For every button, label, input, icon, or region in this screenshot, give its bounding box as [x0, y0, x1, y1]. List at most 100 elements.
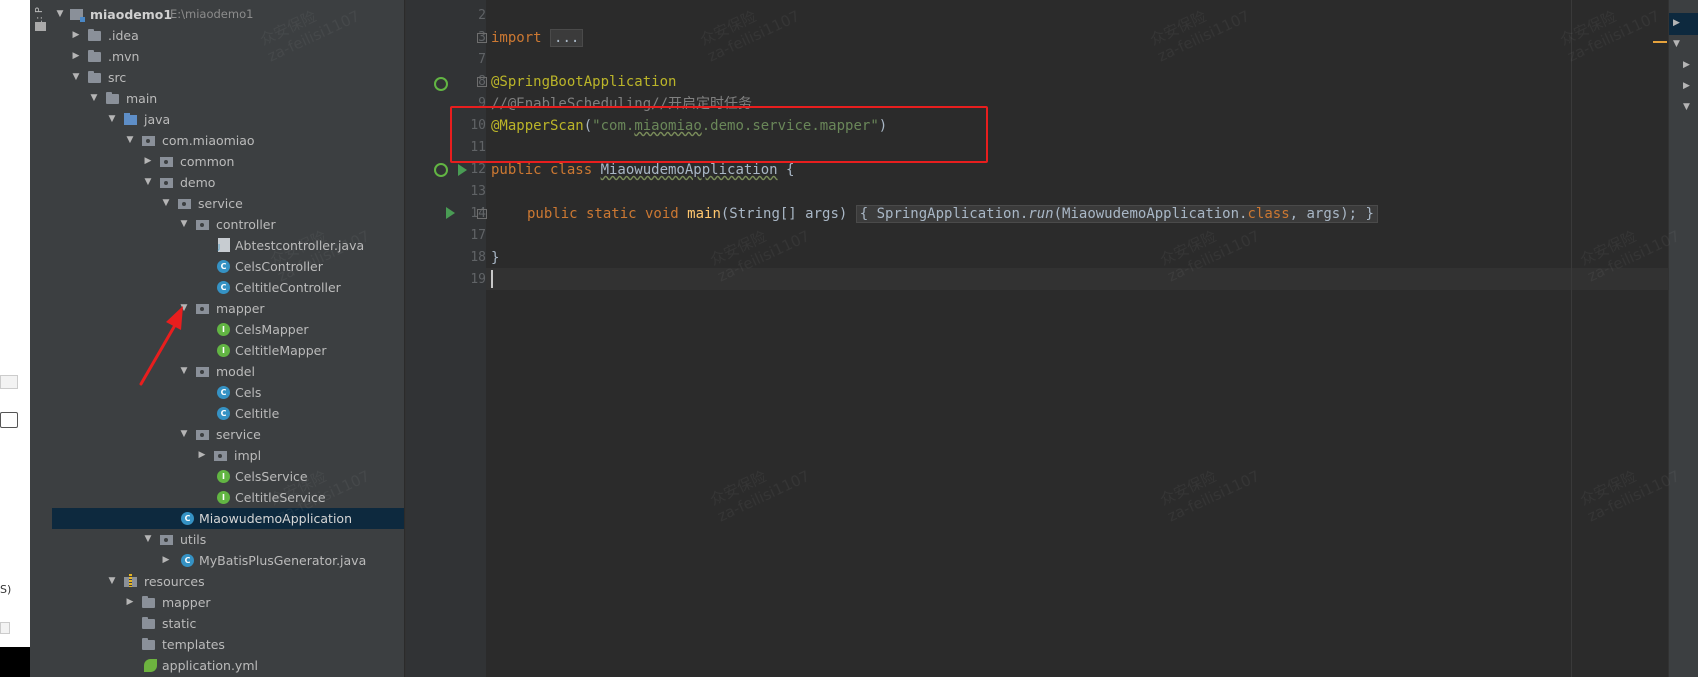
tree-item[interactable]: I CeltitleMapper — [52, 340, 404, 361]
tree-item[interactable]: I CelsMapper — [52, 319, 404, 340]
tree-item[interactable]: application.yml — [52, 655, 404, 676]
run-gutter-icon[interactable] — [446, 207, 455, 219]
expand-arrow-icon[interactable]: ▼ — [160, 193, 172, 214]
collapse-arrow-icon[interactable]: ▶ — [70, 46, 82, 67]
fold-marker-icon[interactable] — [477, 77, 487, 87]
expand-arrow-icon[interactable]: ▼ — [106, 571, 118, 592]
code-line-3: import ... — [491, 27, 584, 49]
tree-item[interactable]: ▼ service — [52, 193, 404, 214]
folder-icon — [142, 617, 155, 629]
editor-gutter[interactable]: 2 3 7 8 9 10 11 12 13 14 17 18 19 — [406, 0, 487, 677]
tree-item[interactable]: ▶ C MyBatisPlusGenerator.java — [52, 550, 404, 571]
expand-arrow-icon[interactable]: ▼ — [1673, 39, 1680, 49]
expand-arrow-icon[interactable]: ▼ — [124, 130, 136, 151]
expand-arrow-icon[interactable]: ▼ — [178, 298, 190, 319]
folded-method-body[interactable]: { SpringApplication.run(MiaowudemoApplic… — [855, 205, 1378, 223]
tree-item-label: src — [108, 70, 127, 85]
code-text: { — [777, 162, 795, 178]
tree-item[interactable]: ▼ com.miaomiao — [52, 130, 404, 151]
expand-arrow-icon[interactable]: ▼ — [54, 4, 66, 25]
tree-item[interactable]: C CelsController — [52, 256, 404, 277]
code-editor[interactable]: 2 3 7 8 9 10 11 12 13 14 17 18 19 import… — [405, 0, 1669, 677]
marker-dash — [1653, 41, 1667, 43]
tree-item[interactable]: ▼ service — [52, 424, 404, 445]
expand-arrow-icon[interactable]: ▼ — [142, 172, 154, 193]
tree-item[interactable]: ▶ .mvn — [52, 46, 404, 67]
tree-item[interactable]: C Cels — [52, 382, 404, 403]
method-call: run — [1028, 206, 1054, 222]
folded-region[interactable]: ... — [550, 29, 584, 47]
line-number: 2 — [478, 8, 486, 23]
keyword: class — [1247, 206, 1290, 222]
tree-item[interactable]: static — [52, 613, 404, 634]
package-icon — [214, 451, 227, 461]
expand-arrow-icon[interactable]: ▼ — [178, 361, 190, 382]
tree-item[interactable]: ▼ src — [52, 67, 404, 88]
expand-arrow-icon[interactable]: ▼ — [70, 67, 82, 88]
tree-item-label: MyBatisPlusGenerator.java — [199, 553, 367, 568]
source-folder-icon — [124, 113, 137, 125]
tree-item[interactable]: ▼ controller — [52, 214, 404, 235]
tree-root-module[interactable]: ▼ miaodemo1 E:\miaodemo1 — [52, 4, 404, 25]
expand-arrow-icon[interactable]: ▼ — [106, 109, 118, 130]
collapse-arrow-icon[interactable]: ▶ — [1683, 60, 1690, 70]
collapse-arrow-icon[interactable]: ▶ — [160, 550, 172, 571]
line-number: 17 — [470, 228, 486, 243]
package-icon — [196, 304, 209, 314]
tree-item[interactable]: I CelsService — [52, 466, 404, 487]
tree-item-label: CeltitleService — [235, 490, 326, 505]
package-icon — [160, 157, 173, 167]
tree-item[interactable]: C Celtitle — [52, 403, 404, 424]
spring-bean-gutter-icon[interactable] — [434, 163, 448, 177]
tree-item[interactable]: I CeltitleService — [52, 487, 404, 508]
tree-item-label: mapper — [216, 301, 265, 316]
tree-item[interactable]: ▼ mapper — [52, 298, 404, 319]
code-line-18: } — [491, 247, 499, 269]
fold-marker-icon[interactable] — [477, 209, 487, 219]
collapse-arrow-icon[interactable]: ▶ — [196, 445, 208, 466]
spring-bean-gutter-icon[interactable] — [434, 77, 448, 91]
tree-item[interactable]: templates — [52, 634, 404, 655]
expand-arrow-icon[interactable]: ▼ — [178, 424, 190, 445]
tree-item-label: resources — [144, 574, 205, 589]
collapse-arrow-icon[interactable]: ▶ — [124, 592, 136, 613]
folder-icon — [88, 50, 101, 62]
fold-marker-icon[interactable] — [477, 33, 487, 43]
package-icon — [160, 535, 173, 545]
folder-icon — [88, 71, 101, 83]
expand-arrow-icon[interactable]: ▼ — [1683, 102, 1690, 112]
code-text: } — [491, 250, 500, 266]
tree-item-label: application.yml — [162, 658, 258, 673]
collapse-arrow-icon[interactable]: ▶ — [1673, 18, 1680, 28]
tree-item-label: com.miaomiao — [162, 133, 255, 148]
tree-item[interactable]: ▼ java — [52, 109, 404, 130]
tree-item[interactable]: ▶ common — [52, 151, 404, 172]
expand-arrow-icon[interactable]: ▼ — [142, 529, 154, 550]
tree-item[interactable]: ▼ main — [52, 88, 404, 109]
outer-window-text: S) — [0, 583, 12, 596]
tree-item[interactable]: ▼ model — [52, 361, 404, 382]
tree-item-label: miaodemo1 — [90, 7, 173, 22]
tree-item[interactable]: ▶ mapper — [52, 592, 404, 613]
tree-item[interactable]: J Abtestcontroller.java — [52, 235, 404, 256]
folder-icon — [142, 596, 155, 608]
package-icon — [160, 178, 173, 188]
tree-item-selected[interactable]: C MiaowudemoApplication — [52, 508, 404, 529]
collapse-arrow-icon[interactable]: ▶ — [142, 151, 154, 172]
collapse-arrow-icon[interactable]: ▶ — [1683, 81, 1690, 91]
collapse-arrow-icon[interactable]: ▶ — [70, 25, 82, 46]
tree-item[interactable]: C CeltitleController — [52, 277, 404, 298]
folder-icon — [142, 638, 155, 650]
current-line-highlight — [486, 268, 1669, 290]
keyword: import — [491, 30, 542, 46]
tree-item[interactable]: ▼ demo — [52, 172, 404, 193]
tree-item[interactable]: ▼ utils — [52, 529, 404, 550]
project-tool-icon[interactable] — [35, 22, 46, 31]
tree-item[interactable]: ▶ impl — [52, 445, 404, 466]
tree-item[interactable]: ▶ .idea — [52, 25, 404, 46]
code-line-14: public static void main(String[] args) {… — [527, 203, 1378, 225]
expand-arrow-icon[interactable]: ▼ — [178, 214, 190, 235]
tree-item[interactable]: ▼ resources — [52, 571, 404, 592]
expand-arrow-icon[interactable]: ▼ — [88, 88, 100, 109]
run-gutter-icon[interactable] — [458, 164, 467, 176]
